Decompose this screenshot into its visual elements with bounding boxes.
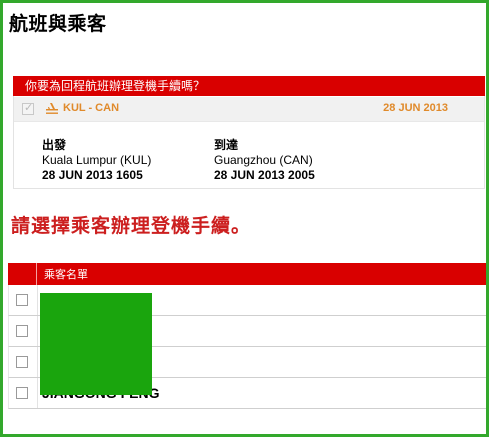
passenger-checkbox[interactable]: [16, 387, 28, 399]
passenger-list-heading: 乘客名單: [44, 268, 88, 281]
header-divider: [36, 263, 37, 285]
departure-place: Kuala Lumpur (KUL): [42, 153, 152, 167]
flight-checkbox: [22, 101, 34, 115]
select-passengers-instruction: 請選擇乘客辦理登機手續。: [11, 215, 252, 237]
passenger-checkbox[interactable]: [16, 356, 28, 368]
flight-panel: 你要為回程航班辦理登機手續嗎？ KUL - CAN 28 JUN 2013 出發…: [13, 76, 485, 189]
passenger-checkbox[interactable]: [16, 325, 28, 337]
flight-route-row: KUL - CAN 28 JUN 2013: [14, 97, 484, 122]
row-divider: [37, 347, 38, 377]
row-divider: [37, 316, 38, 346]
return-checkin-question: 你要為回程航班辦理登機手續嗎？: [13, 76, 485, 96]
redaction-block: [40, 293, 152, 395]
departure-info: 出發 Kuala Lumpur (KUL) 28 JUN 2013 1605: [42, 138, 151, 183]
departure-datetime: 28 JUN 2013 1605: [42, 168, 143, 182]
arrival-place: Guangzhou (CAN): [214, 153, 313, 167]
passenger-checkbox[interactable]: [16, 294, 28, 306]
row-divider: [37, 378, 38, 408]
plane-icon: [46, 103, 58, 114]
departure-label: 出發: [42, 138, 67, 152]
passenger-table-header: 乘客名單: [8, 263, 486, 285]
flight-date: 28 JUN 2013: [383, 102, 448, 114]
row-divider: [37, 285, 38, 315]
arrival-label: 到達: [214, 138, 239, 152]
arrival-info: 到達 Guangzhou (CAN) 28 JUN 2013 2005: [214, 138, 315, 183]
arrival-datetime: 28 JUN 2013 2005: [214, 168, 315, 182]
flight-route: KUL - CAN: [63, 102, 120, 114]
page-title: 航班與乘客: [9, 13, 107, 35]
